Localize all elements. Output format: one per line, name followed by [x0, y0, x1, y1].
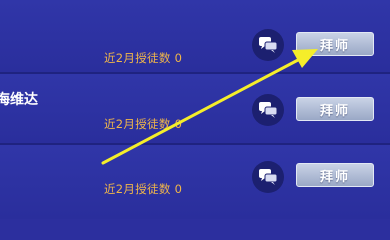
apprentice-count: 近2月授徒数 0 [104, 117, 183, 131]
chat-button[interactable] [252, 29, 284, 61]
apprentice-count: 近2月授徒数 0 [104, 182, 183, 196]
list-item: 近2月授徒数 0 拜师 [0, 0, 390, 72]
chat-bubbles-icon [259, 169, 277, 185]
master-list: 近2月授徒数 0 拜师 海维达 近2月授徒数 0 拜师 近2月授徒数 0 拜师 [0, 0, 390, 219]
apprentice-button[interactable]: 拜师 [296, 97, 374, 121]
chat-button[interactable] [252, 161, 284, 193]
apprentice-button[interactable]: 拜师 [296, 163, 374, 187]
chat-button[interactable] [252, 94, 284, 126]
master-name: 海维达 [0, 92, 38, 108]
chat-bubbles-icon [259, 37, 277, 53]
apprentice-button[interactable]: 拜师 [296, 32, 374, 56]
chat-bubbles-icon [259, 102, 277, 118]
apprentice-count: 近2月授徒数 0 [104, 51, 183, 65]
